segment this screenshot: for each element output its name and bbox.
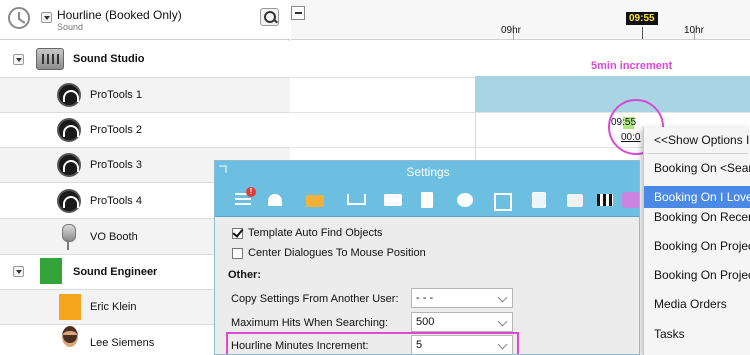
search-icon[interactable]	[260, 8, 279, 26]
resource-label: VO Booth	[90, 231, 138, 243]
menu-item-booking-i-love[interactable]: Booking On I Love	[644, 186, 750, 208]
timeline-header: 09hr 10hr 09:55	[291, 0, 750, 40]
protools-icon	[57, 83, 81, 107]
settings-toolbar: !	[215, 183, 639, 217]
field-label: Maximum Hits When Searching:	[231, 317, 389, 329]
increment-annotation: 5min increment	[591, 60, 673, 72]
person-icon	[59, 294, 81, 320]
current-time-badge: 09:55	[626, 12, 658, 25]
trash-icon[interactable]	[529, 190, 549, 210]
resource-label: ProTools 1	[90, 89, 142, 101]
cart-icon[interactable]	[345, 190, 366, 210]
timeline-row	[291, 41, 750, 78]
menu-item-booking-search[interactable]: Booking On <Sear	[644, 157, 750, 179]
field-label: Copy Settings From Another User:	[231, 293, 399, 305]
protools-icon	[57, 118, 81, 142]
microphone-icon	[61, 224, 76, 250]
person-icon	[40, 258, 62, 284]
hourline-title: Hourline (Booked Only)	[57, 8, 182, 22]
avatar-icon	[60, 326, 80, 348]
service-bell-icon[interactable]	[265, 190, 285, 210]
max-hits-select[interactable]: 500	[411, 312, 513, 332]
hour-label: 10hr	[684, 25, 705, 36]
menu-item-booking-recent[interactable]: Booking On Recen	[644, 206, 750, 228]
increment-highlight-box	[226, 332, 519, 354]
settings-titlebar[interactable]: Settings	[215, 161, 639, 183]
context-menu: <<Show Options In Booking On <Sear Booki…	[643, 127, 750, 355]
settings-body: Template Auto Find Objects Center Dialog…	[215, 218, 639, 354]
group-icon[interactable]	[455, 190, 475, 210]
box-icon[interactable]	[565, 190, 585, 210]
chevron-down-icon	[497, 316, 508, 327]
menu-item-booking-project-2[interactable]: Booking On Projec	[644, 264, 750, 286]
clock-icon	[8, 7, 30, 29]
zoom-out-button[interactable]	[291, 6, 305, 20]
briefcase-icon[interactable]	[305, 190, 325, 210]
section-other-heading: Other:	[228, 269, 261, 281]
purple-tag-icon[interactable]	[622, 190, 639, 210]
hourline-subtitle: Sound	[57, 22, 84, 32]
menu-item-show-options[interactable]: <<Show Options In	[644, 129, 750, 151]
resource-label: Lee Siemens	[90, 337, 155, 349]
menu-item-media-orders[interactable]: Media Orders	[644, 293, 750, 315]
copy-settings-select[interactable]: - - -	[411, 288, 513, 308]
settings-window: Settings ! Template Auto Find Objects Ce…	[214, 160, 640, 355]
checkbox-label: Template Auto Find Objects	[248, 227, 383, 239]
menu-separator	[648, 153, 748, 154]
resource-label: Eric Klein	[90, 301, 137, 313]
select-value: - - -	[416, 292, 434, 304]
group-name: Sound Studio	[73, 53, 145, 65]
collapse-sound-engineer-button[interactable]	[13, 266, 24, 277]
settings-title: Settings	[406, 165, 450, 179]
resource-label: ProTools 3	[90, 159, 142, 171]
collapse-sound-studio-button[interactable]	[13, 54, 24, 65]
menu-item-booking-project-1[interactable]: Booking On Projec	[644, 235, 750, 257]
current-time-marker	[642, 27, 643, 39]
id-card-icon[interactable]	[383, 190, 403, 210]
protools-icon	[57, 153, 81, 177]
select-value: 500	[416, 316, 435, 328]
hourline-header: Hourline (Booked Only) Sound	[0, 0, 290, 40]
document-icon[interactable]	[417, 190, 437, 210]
menu-item-tasks[interactable]: Tasks	[644, 323, 750, 345]
group-name: Sound Engineer	[73, 266, 158, 278]
list-alert-icon[interactable]: !	[233, 187, 256, 210]
resource-label: ProTools 4	[90, 195, 142, 207]
resource-label: ProTools 2	[90, 124, 142, 136]
resource-row-protools-1[interactable]: ProTools 1	[0, 78, 290, 113]
chevron-down-icon	[497, 292, 508, 303]
hour-label: 09hr	[501, 25, 522, 36]
mixing-desk-icon	[36, 48, 64, 70]
header-dropdown-button[interactable]	[41, 12, 52, 23]
checkbox-label: Center Dialogues To Mouse Position	[248, 247, 426, 259]
clapper-icon[interactable]	[595, 190, 615, 210]
resource-row-protools-2[interactable]: ProTools 2	[0, 113, 290, 148]
alert-badge: !	[246, 187, 256, 197]
booking-block[interactable]	[475, 76, 750, 112]
center-dialogues-checkbox[interactable]	[232, 248, 243, 259]
duplicate-icon[interactable]	[491, 190, 512, 211]
protools-icon	[57, 189, 81, 213]
template-auto-find-checkbox[interactable]	[232, 228, 243, 239]
timeline-divider	[475, 112, 476, 160]
